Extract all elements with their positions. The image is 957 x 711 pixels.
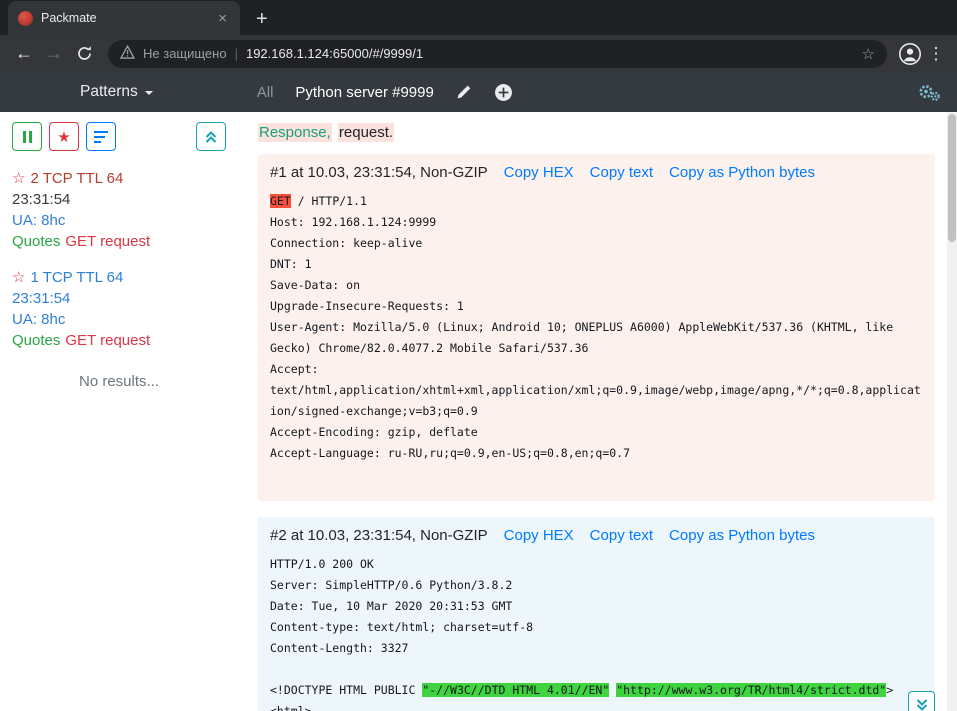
stream-user-agent[interactable]: UA: 8hc [12, 210, 226, 231]
pattern-highlight: "-//W3C//DTD HTML 4.01//EN" [422, 683, 609, 697]
pattern-highlight: "http://www.w3.org/TR/html4/strict.dtd" [616, 683, 886, 697]
copy-text-link[interactable]: Copy text [590, 164, 653, 181]
packet-header: #2 at 10.03, 23:31:54, Non-GZIP [270, 527, 488, 544]
scrollbar-thumb[interactable] [948, 114, 956, 242]
pattern-tag: GET request [65, 332, 150, 349]
legend-segment: request. [338, 123, 394, 142]
pattern-tag: Quotes [12, 332, 60, 349]
tab-close-icon[interactable]: × [215, 10, 230, 27]
forward-icon[interactable]: → [40, 40, 68, 68]
tab-python-server[interactable]: Python server #9999 [295, 84, 433, 101]
legend-segment: Response, [258, 123, 332, 142]
copy-text-link[interactable]: Copy text [590, 527, 653, 544]
legend-segment [332, 123, 338, 142]
content-area: ★ ☆2 TCP TTL 6423:31:54UA: 8hcQuotesGET … [0, 112, 957, 711]
settings-gears-icon[interactable] [917, 83, 941, 102]
packet-list: #1 at 10.03, 23:31:54, Non-GZIP Copy HEX C… [258, 154, 935, 711]
favorites-filter-button[interactable]: ★ [49, 122, 79, 151]
favorite-star-icon[interactable]: ☆ [12, 168, 25, 189]
copy-python-bytes-link[interactable]: Copy as Python bytes [669, 527, 815, 544]
stream-title[interactable]: 1 TCP TTL 64 [30, 267, 123, 288]
filter-lines-icon [94, 131, 108, 143]
stream-tags: Quotes GET request [12, 231, 226, 252]
pattern-tag: GET request [65, 233, 150, 250]
address-bar[interactable]: Не защищено | 192.168.1.124:65000/#/9999… [108, 40, 887, 68]
stream-title[interactable]: 2 TCP TTL 64 [30, 168, 123, 189]
packet-header: #1 at 10.03, 23:31:54, Non-GZIP [270, 164, 488, 181]
stream-sidebar: ★ ☆2 TCP TTL 6423:31:54UA: 8hcQuotesGET … [0, 112, 238, 711]
pattern-tag: Quotes [12, 233, 60, 250]
stream-list: ☆2 TCP TTL 6423:31:54UA: 8hcQuotesGET re… [12, 168, 226, 351]
patterns-dropdown[interactable]: Patterns [80, 83, 153, 101]
tab-all-services[interactable]: All [257, 84, 274, 101]
stream-entry[interactable]: ☆2 TCP TTL 6423:31:54UA: 8hc Quotes GET re… [12, 168, 226, 252]
app-navbar: Patterns All Python server #9999 [0, 72, 957, 112]
chevron-down-icon [145, 91, 153, 95]
no-results-label: No results... [12, 373, 226, 390]
url-separator: | [235, 46, 238, 61]
new-tab-button[interactable]: + [256, 9, 268, 29]
sidebar-toolbar: ★ [12, 122, 226, 151]
collapse-top-button[interactable] [196, 122, 226, 151]
edit-service-icon[interactable] [456, 84, 472, 100]
favorite-star-icon[interactable]: ☆ [12, 267, 25, 288]
filter-button[interactable] [86, 122, 116, 151]
packet-block: #1 at 10.03, 23:31:54, Non-GZIP Copy HEX C… [258, 154, 935, 501]
profile-avatar-icon[interactable] [897, 41, 923, 67]
packet-stream-panel: Response, request. #1 at 10.03, 23:31:54… [238, 112, 947, 711]
packet-content: HTTP/1.0 200 OKServer: SimpleHTTP/0.6 Py… [270, 554, 923, 711]
packmate-favicon-icon [18, 11, 33, 26]
add-service-icon[interactable] [494, 83, 513, 102]
star-icon: ★ [57, 128, 70, 146]
browser-toolbar: ← → Не защищено | 192.168.1.124:65000/#/… [0, 35, 957, 72]
packet-content: GET / HTTP/1.1Host: 192.168.1.124:9999Co… [270, 191, 923, 485]
double-chevron-up-icon [204, 130, 218, 144]
not-secure-warning-icon [120, 45, 135, 62]
bookmark-star-icon[interactable]: ☆ [862, 45, 875, 63]
tab-title: Packmate [41, 11, 207, 25]
service-tabs: All Python server #9999 [257, 83, 513, 102]
reload-icon[interactable] [70, 40, 98, 68]
pattern-highlight: GET [270, 194, 291, 208]
stream-time: 23:31:54 [12, 189, 226, 210]
browser-tab[interactable]: Packmate × [8, 1, 240, 35]
browser-tab-strip: Packmate × + [0, 0, 957, 35]
patterns-label: Patterns [80, 83, 138, 101]
copy-python-bytes-link[interactable]: Copy as Python bytes [669, 164, 815, 181]
copy-hex-link[interactable]: Copy HEX [504, 527, 574, 544]
pause-icon [23, 131, 32, 143]
packet-block: #2 at 10.03, 23:31:54, Non-GZIP Copy HEX C… [258, 517, 935, 711]
security-status-label: Не защищено [143, 46, 227, 61]
stream-tags: Quotes GET request [12, 330, 226, 351]
pause-capture-button[interactable] [12, 122, 42, 151]
browser-menu-icon[interactable]: ⋮ [925, 44, 947, 64]
double-chevron-down-icon [915, 698, 929, 711]
pattern-legend: Response, request. [258, 124, 935, 141]
vertical-scrollbar[interactable] [947, 112, 957, 711]
back-icon[interactable]: ← [10, 40, 38, 68]
scroll-to-bottom-button[interactable] [908, 691, 935, 711]
stream-user-agent[interactable]: UA: 8hc [12, 309, 226, 330]
copy-hex-link[interactable]: Copy HEX [504, 164, 574, 181]
stream-entry[interactable]: ☆1 TCP TTL 6423:31:54UA: 8hc Quotes GET re… [12, 267, 226, 351]
url-text[interactable]: 192.168.1.124:65000/#/9999/1 [246, 46, 854, 61]
stream-time: 23:31:54 [12, 288, 226, 309]
